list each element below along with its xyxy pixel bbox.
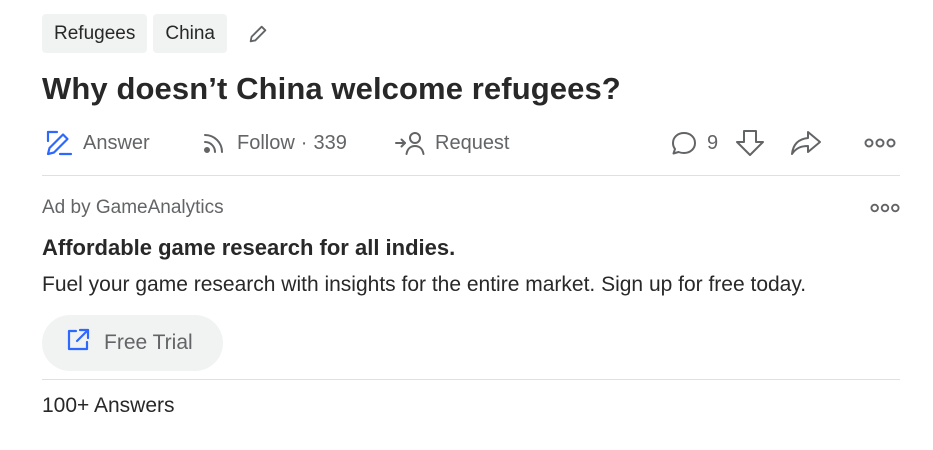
ad-title[interactable]: Affordable game research for all indies. [42, 233, 900, 263]
comments-button[interactable]: 9 [670, 119, 718, 167]
pencil-icon[interactable] [245, 21, 271, 47]
question-title: Why doesn’t China welcome refugees? [42, 71, 621, 106]
free-trial-button[interactable]: Free Trial [42, 315, 223, 371]
ad-more-icon[interactable] [870, 197, 900, 219]
follow-separator: · [300, 131, 308, 154]
follow-icon [200, 129, 228, 157]
follow-label: Follow [237, 131, 295, 154]
external-link-icon [64, 326, 92, 360]
request-icon [394, 129, 426, 157]
free-trial-label: Free Trial [104, 331, 193, 354]
answer-button[interactable]: Answer [44, 119, 150, 167]
answer-icon [44, 128, 74, 158]
follow-button[interactable]: Follow · 339 [200, 119, 347, 167]
request-button[interactable]: Request [394, 119, 510, 167]
downvote-button[interactable] [734, 119, 766, 167]
ad-sponsor: Ad by GameAnalytics [42, 197, 224, 218]
share-button[interactable] [790, 119, 822, 167]
answer-label: Answer [83, 131, 150, 154]
request-label: Request [435, 131, 510, 154]
ad-card: Ad by GameAnalytics Affordable game rese… [42, 193, 900, 371]
question-page: Refugees China Why doesn’t China welcome… [42, 14, 900, 418]
answers-count: 100+ Answers [42, 394, 175, 417]
follow-count: 339 [313, 131, 347, 154]
share-icon [790, 128, 822, 158]
ad-body: Fuel your game research with insights fo… [42, 273, 807, 296]
topic-chip-refugees[interactable]: Refugees [42, 14, 148, 53]
downvote-icon [734, 128, 766, 158]
topic-chip-china[interactable]: China [153, 14, 227, 53]
more-options-button[interactable] [864, 119, 896, 167]
comment-count: 9 [707, 131, 719, 154]
action-bar: Answer Follow · 339 Request 9 [42, 119, 900, 176]
comment-icon [670, 129, 698, 157]
divider [42, 379, 900, 380]
more-icon [864, 136, 896, 150]
topics-row: Refugees China [42, 14, 900, 53]
